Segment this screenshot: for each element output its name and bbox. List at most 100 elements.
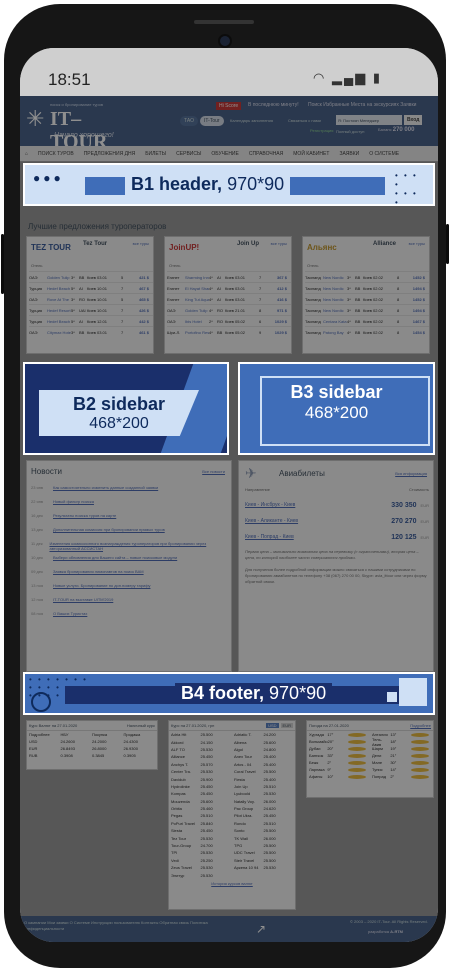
news-link[interactable]: Новый фильтр поиска [53,499,94,504]
offer-hotel-link[interactable]: El Hayat Sharm [185,286,209,291]
offer-row[interactable]: Турция Hedef Beach 5* AI Киев 12.01 7 442 $ [29,315,153,326]
offer-price[interactable]: 461 $ [129,330,149,335]
banner-b1-header[interactable]: ●●● B1 header, 970*90 • • • •• • • •• • … [23,163,435,206]
offer-row[interactable]: Турция Hedef Beach 5* AI Киев 10.01 7 467 $ [29,282,153,293]
offer-row[interactable]: ОАЭ Citymax Hotel 3* BB Киев 03.01 7 461 $ [29,326,153,337]
offer-hotel-link[interactable]: Citymax Hotel [47,330,71,335]
login-button[interactable]: Вход [404,115,423,125]
news-link[interactable]: Как самостоятельно изменить данные созда… [53,485,158,490]
offer-row[interactable]: Таиланд New Nordic 3* BB Киев 02.02 8 1494 $ [305,282,429,293]
nav-item-about[interactable]: О СИСТЕМЕ [364,151,404,157]
promo-badge[interactable]: Hi Score [216,102,242,110]
offer-hotel-link[interactable]: Hedef Beach [47,286,71,291]
offer-hotel-link[interactable]: Centara Kata [323,319,347,324]
offer-row[interactable]: Египет King Tut Aqua 4* AI Киев 03.01 7 416 $ [167,293,291,304]
register-link[interactable]: Регистрация [310,128,333,133]
rates-history-link[interactable]: История курсов валют [169,881,295,886]
offer-price[interactable]: 426 $ [129,308,149,313]
offer-row[interactable]: ОАЭ Golden Tulip 3* BB Киев 03.01 5 421 $ [29,271,153,282]
full-access-link[interactable]: Полный доступ [336,129,364,134]
offer-hotel-link[interactable]: Hedef Resort [47,308,71,313]
all-tours-link[interactable]: все туры [133,241,149,246]
arrow-up-right-icon[interactable]: ↗ [256,922,266,936]
offer-price[interactable]: 467 $ [129,286,149,291]
home-icon[interactable]: ⌂ [20,151,33,157]
login-field[interactable]: Я: Постоян Менеджер [336,115,402,125]
news-item[interactable]: 12 ноя IT-TOUR на выставке UITM'2019 [31,597,227,611]
offer-hotel-link[interactable]: New Nordic [323,308,347,313]
banner-b4-footer[interactable]: • • • • • • • • • • • • • • • • • • B4 foo… [23,672,435,715]
banner-b3-sidebar[interactable]: B3 sidebar 468*200 [238,362,435,455]
offer-price[interactable]: 421 $ [129,275,149,280]
offer-price[interactable]: 1494 $ [405,286,425,291]
offer-row[interactable]: Таиланд Centara Kata 4* BB Киев 02.02 8 1467 $ [305,315,429,326]
nav-item-cabinet[interactable]: МОЙ КАБИНЕТ [288,151,334,157]
news-link[interactable]: О Ваших Туристах [53,611,87,616]
news-link[interactable]: Заявка бронирования лимонавтов на поиск … [53,569,144,574]
offer-row[interactable]: Египет El Hayat Sharm4* AI Киев03.01 7 412 $ [167,282,291,293]
offer-hotel-link[interactable]: Golden Tulip [47,275,71,280]
news-item[interactable]: 13 дек Дополнительная комиссия при бронир… [31,527,227,541]
usd-button[interactable]: USD [266,723,279,728]
flight-row[interactable]: Киев - Аликанте - Киев 270 270 EUR [245,513,429,529]
logo[interactable]: ✳ поиск и бронирование туров IT–TOUR Нач… [26,102,136,153]
flight-route-link[interactable]: Киев - Попрад - Киев [245,534,391,540]
news-link[interactable]: Новые услуги. Бронирование по доп.номеру… [53,583,150,588]
offer-price[interactable]: 1029 $ [267,330,287,335]
offer-row[interactable]: Турция Hedef Resort 5* UAI Киев 10.01 7 426 $ [29,304,153,315]
news-item[interactable]: 09 дек Заявка бронирования лимонавтов на … [31,569,227,583]
offer-hotel-link[interactable]: Ibis Hotel [185,319,209,324]
footer-links[interactable]: О кампании Мои заявки О Системе Инструкц… [24,920,234,932]
flight-row[interactable]: Киев - Инсбрук - Киев 330 350 EUR [245,497,429,513]
offer-hotel-link[interactable]: Sharming Inn [185,275,209,280]
offer-price[interactable]: 1029 $ [267,319,287,324]
offer-row[interactable]: ОАЭ Rove At The 3* RO Киев 10.01 5 465 $ [29,293,153,304]
offer-row[interactable]: Таиланд Patong Bay 4* BB Киев 02.02 8 1454 $ [305,326,429,337]
news-item[interactable]: 23 янв Как самостоятельно изменить данные… [31,485,227,499]
nav-item-services[interactable]: СЕРВИСЫ [171,151,206,157]
offer-price[interactable]: 1494 $ [405,308,425,313]
offer-row[interactable]: Таиланд New Nordic 3* BB Киев 02.02 8 1452 $ [305,271,429,282]
offer-row[interactable]: ОАЭ Golden Tulip 4* RO Киев 21.01 8 971 $ [167,304,291,315]
news-link[interactable]: Дополнительная комиссия при бронировании… [53,527,165,532]
news-item[interactable]: 11 дек Изменения комиссионного вознагражд… [31,541,227,555]
offer-price[interactable]: 1452 $ [405,297,425,302]
offer-price[interactable]: 465 $ [129,297,149,302]
offer-row[interactable]: ОАЭ Ibis Hotel 2* RO Киев 05.02 6 1029 $ [167,315,291,326]
offer-hotel-link[interactable]: Portofino Res [185,330,209,335]
news-item[interactable]: 22 янв Новый фильтр поиска [31,499,227,513]
offer-price[interactable]: 1452 $ [405,275,425,280]
calendar-link[interactable]: Календарь заполнения [230,118,273,123]
offer-row[interactable]: Таиланд New Nordic 3* BB Киев 02.02 8 1452 $ [305,293,429,304]
news-item[interactable]: 10 дек Выбери обновления для Вашего сайта… [31,555,227,569]
top-links[interactable]: Поиск Избранные Места на экскурсиях Заяв… [308,102,416,108]
offer-row[interactable]: Таиланд New Nordic 3* BB Киев 02.02 8 1494 $ [305,304,429,315]
offer-price[interactable]: 442 $ [129,319,149,324]
news-link[interactable]: Изменения комиссионного вознаграждения т… [49,541,227,551]
offer-hotel-link[interactable]: New Nordic [323,297,347,302]
news-link[interactable]: Результаты поиска туров на карте [53,513,116,518]
promo-link[interactable]: В последнюю минуту! [248,102,299,108]
news-item[interactable]: 16 дек Результаты поиска туров на карте [31,513,227,527]
offer-hotel-link[interactable]: Golden Tulip [185,308,209,313]
news-item[interactable]: 13 ноя Новые услуги. Бронирование по доп.… [31,583,227,597]
offer-price[interactable]: 367 $ [267,275,287,280]
offer-hotel-link[interactable]: Rove At The [47,297,71,302]
offer-price[interactable]: 971 $ [267,308,287,313]
offer-price[interactable]: 1467 $ [405,319,425,324]
all-news-link[interactable]: Все новости [202,469,225,474]
nav-item-learning[interactable]: ОБУЧЕНИЕ [206,151,243,157]
all-tours-link[interactable]: все туры [271,241,287,246]
nav-item-tickets[interactable]: БИЛЕТЫ [140,151,171,157]
nav-item-help[interactable]: СПРАВОЧНАЯ [244,151,288,157]
eur-button[interactable]: EUR [280,723,293,728]
offer-price[interactable]: 416 $ [267,297,287,302]
weather-more-link[interactable]: Подробнее [410,723,431,728]
banner-b2-sidebar[interactable]: B2 sidebar 468*200 [23,362,229,455]
news-item[interactable]: 08 ноя О Ваших Туристах [31,611,227,625]
offer-price[interactable]: 1454 $ [405,330,425,335]
currency-col-label[interactable]: Подробнее [29,732,61,737]
offer-hotel-link[interactable]: New Nordic [323,275,347,280]
offer-hotel-link[interactable]: Hedef Beach [47,319,71,324]
offer-price[interactable]: 412 $ [267,286,287,291]
